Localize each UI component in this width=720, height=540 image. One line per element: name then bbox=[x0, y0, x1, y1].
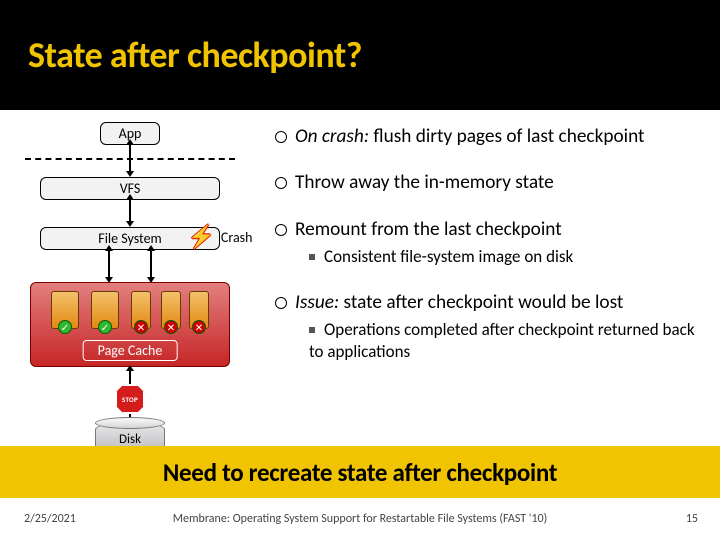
slide-body: App VFS File System ⚡ Crash ✓ ✓ Page Cac… bbox=[0, 110, 720, 475]
slide-footer: 2/25/2021 Membrane: Operating System Sup… bbox=[0, 498, 720, 540]
bullet-on-crash: On crash: flush dirty pages of last chec… bbox=[275, 124, 708, 149]
bullet-throw-away: Throw away the in-memory state bbox=[275, 170, 708, 195]
sub-bullet-consistent: Consistent file-system image on disk bbox=[309, 246, 708, 268]
arrow-app-vfs bbox=[129, 144, 131, 172]
bullet-marker-icon bbox=[275, 297, 287, 309]
bullet-square-icon bbox=[309, 254, 315, 260]
dirty-page: ✓ bbox=[91, 291, 119, 329]
footer-page-number: 15 bbox=[686, 512, 698, 526]
bullet-issue: Issue: state after checkpoint would be l… bbox=[275, 290, 708, 364]
crash-label: Crash bbox=[221, 229, 253, 246]
arrow-fs-cache-a bbox=[108, 250, 110, 278]
slide-title: State after checkpoint? bbox=[28, 33, 362, 77]
lightning-icon: ⚡ bbox=[187, 226, 214, 248]
bullet-list: On crash: flush dirty pages of last chec… bbox=[275, 124, 708, 384]
arrow-fs-cache-b bbox=[150, 250, 152, 278]
dirty-page-bad bbox=[131, 291, 151, 329]
banner-text: Need to recreate state after checkpoint bbox=[163, 457, 557, 488]
footer-caption: Membrane: Operating System Support for R… bbox=[0, 512, 720, 526]
page-cache-label: Page Cache bbox=[83, 340, 178, 361]
dirty-page-bad bbox=[189, 291, 209, 329]
bullet-marker-icon bbox=[275, 131, 287, 143]
stack-diagram: App VFS File System ⚡ Crash ✓ ✓ Page Cac… bbox=[25, 122, 235, 452]
highlight-banner: Need to recreate state after checkpoint bbox=[0, 446, 720, 498]
bullet-square-icon bbox=[309, 327, 315, 333]
stop-icon: STOP bbox=[115, 384, 145, 414]
dirty-page: ✓ bbox=[51, 291, 79, 329]
box-page-cache: ✓ ✓ Page Cache bbox=[30, 282, 230, 367]
arrow-vfs-fs bbox=[129, 199, 131, 222]
sub-bullet-operations: Operations completed after checkpoint re… bbox=[309, 319, 708, 363]
bullet-remount: Remount from the last checkpoint Consist… bbox=[275, 217, 708, 269]
title-bar: State after checkpoint? bbox=[0, 0, 720, 110]
dirty-page-bad bbox=[161, 291, 181, 329]
bullet-marker-icon bbox=[275, 224, 287, 236]
crash-indicator: ⚡ Crash bbox=[187, 226, 252, 248]
bullet-marker-icon bbox=[275, 177, 287, 189]
